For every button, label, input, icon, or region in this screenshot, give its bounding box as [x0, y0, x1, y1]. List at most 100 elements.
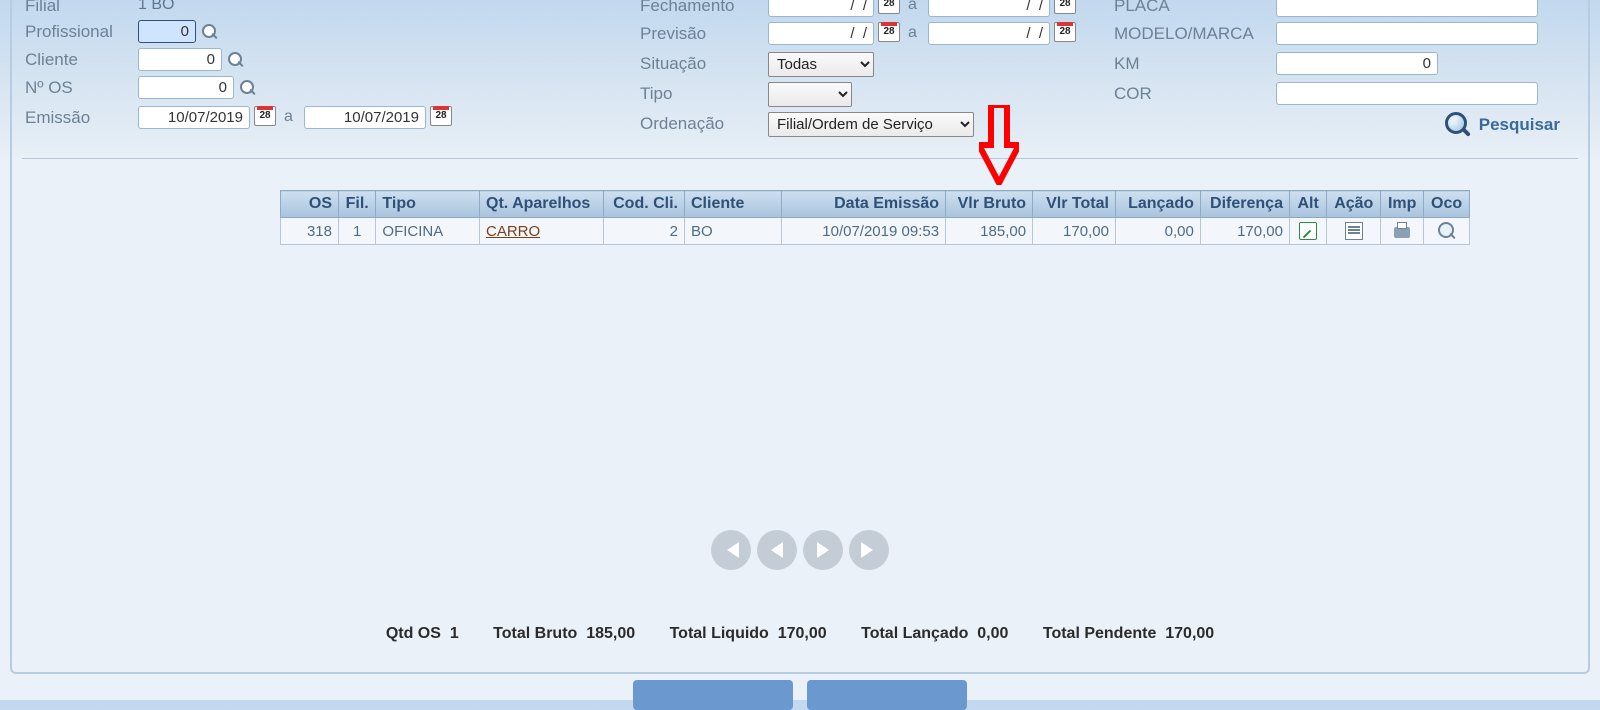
nos-search-icon[interactable]: [240, 80, 256, 96]
fechamento-sep: a: [908, 0, 917, 14]
tipo-label: Tipo: [640, 84, 672, 104]
bruto-label: Total Bruto: [493, 625, 577, 642]
liq-label: Total Liquido: [670, 625, 769, 642]
ordenacao-select[interactable]: Filial/Ordem de Serviço: [768, 112, 974, 137]
footer-button-1[interactable]: [633, 680, 793, 710]
cell-bruto: 185,00: [946, 218, 1033, 245]
previsao-ate-calendar-icon[interactable]: [1054, 22, 1076, 42]
fechamento-label: Fechamento: [640, 0, 735, 16]
pager-prev-button[interactable]: [757, 530, 797, 570]
pager-first-button[interactable]: [711, 530, 751, 570]
divider: [22, 158, 1578, 159]
cell-dif: 170,00: [1200, 218, 1289, 245]
cell-cod: 2: [604, 218, 685, 245]
pend-label: Total Pendente: [1043, 625, 1157, 642]
previsao-de-calendar-icon[interactable]: [878, 22, 900, 42]
emissao-label: Emissão: [25, 108, 90, 128]
placa-input[interactable]: [1276, 0, 1538, 17]
th-acao: Ação: [1327, 191, 1381, 218]
pager: [0, 530, 1600, 570]
situacao-label: Situação: [640, 54, 706, 74]
nos-input[interactable]: [138, 76, 234, 99]
th-bruto: Vlr Bruto: [946, 191, 1033, 218]
cell-qt[interactable]: CARRO: [480, 218, 604, 245]
th-qt: Qt. Aparelhos: [480, 191, 604, 218]
th-dif: Diferença: [1200, 191, 1289, 218]
th-alt: Alt: [1289, 191, 1326, 218]
filial-value: 1 BO: [138, 0, 174, 14]
placa-label: PLACA: [1114, 0, 1170, 16]
results-grid: OS Fil. Tipo Qt. Aparelhos Cod. Cli. Cli…: [280, 190, 1470, 245]
previsao-de-input[interactable]: [768, 22, 874, 45]
situacao-select[interactable]: Todas: [768, 52, 874, 77]
previsao-sep: a: [908, 24, 917, 42]
document-icon[interactable]: [1345, 222, 1363, 240]
fechamento-ate-calendar-icon[interactable]: [1054, 0, 1076, 14]
print-icon[interactable]: [1393, 222, 1411, 240]
cor-label: COR: [1114, 84, 1152, 104]
cell-imp[interactable]: [1381, 218, 1424, 245]
km-input[interactable]: [1276, 52, 1438, 75]
footer-buttons: [0, 680, 1600, 710]
cor-input[interactable]: [1276, 82, 1538, 105]
filial-label: Filial: [25, 0, 60, 16]
modelo-input[interactable]: [1276, 22, 1538, 45]
pend-value: 170,00: [1165, 625, 1214, 642]
th-cliente: Cliente: [685, 191, 782, 218]
km-label: KM: [1114, 54, 1140, 74]
emissao-de-calendar-icon[interactable]: [254, 106, 276, 126]
th-oco: Oco: [1424, 191, 1470, 218]
profissional-search-icon[interactable]: [202, 24, 218, 40]
emissao-ate-input[interactable]: [304, 106, 426, 129]
th-imp: Imp: [1381, 191, 1424, 218]
cell-alt[interactable]: [1289, 218, 1326, 245]
profissional-label: Profissional: [25, 22, 113, 42]
qtd-label: Qtd OS: [386, 625, 441, 642]
th-lancado: Lançado: [1115, 191, 1200, 218]
lanc-value: 0,00: [977, 625, 1008, 642]
bruto-value: 185,00: [586, 625, 635, 642]
cliente-label: Cliente: [25, 50, 78, 70]
liq-value: 170,00: [778, 625, 827, 642]
qtd-value: 1: [450, 625, 459, 642]
cell-data: 10/07/2019 09:53: [782, 218, 946, 245]
cell-acao[interactable]: [1327, 218, 1381, 245]
cliente-search-icon[interactable]: [228, 52, 244, 68]
footer-button-2[interactable]: [807, 680, 967, 710]
cell-fil: 1: [339, 218, 376, 245]
nos-label: Nº OS: [25, 78, 73, 98]
cell-tipo: OFICINA: [376, 218, 480, 245]
pager-last-button[interactable]: [849, 530, 889, 570]
profissional-input[interactable]: [138, 20, 196, 43]
cliente-input[interactable]: [138, 48, 222, 71]
previsao-ate-input[interactable]: [928, 22, 1050, 45]
emissao-de-input[interactable]: [138, 106, 250, 129]
cell-cliente: BO: [685, 218, 782, 245]
modelo-label: MODELO/MARCA: [1114, 24, 1254, 44]
ordenacao-label: Ordenação: [640, 114, 724, 134]
lanc-label: Total Lançado: [861, 625, 968, 642]
cell-total: 170,00: [1033, 218, 1116, 245]
fechamento-de-calendar-icon[interactable]: [878, 0, 900, 14]
pesquisar-button[interactable]: Pesquisar: [1445, 112, 1560, 138]
th-tipo: Tipo: [376, 191, 480, 218]
table-header-row: OS Fil. Tipo Qt. Aparelhos Cod. Cli. Cli…: [281, 191, 1470, 218]
tipo-select[interactable]: [768, 82, 852, 107]
previsao-label: Previsão: [640, 24, 706, 44]
emissao-ate-calendar-icon[interactable]: [430, 106, 452, 126]
th-total: Vlr Total: [1033, 191, 1116, 218]
cell-oco[interactable]: [1424, 218, 1470, 245]
pager-next-button[interactable]: [803, 530, 843, 570]
qt-link[interactable]: CARRO: [486, 223, 540, 240]
magnifier-icon[interactable]: [1438, 222, 1456, 240]
filter-panel: Filial 1 BO Profissional Cliente Nº OS E…: [0, 0, 1600, 160]
edit-icon[interactable]: [1299, 222, 1317, 240]
fechamento-de-input[interactable]: [768, 0, 874, 17]
th-data: Data Emissão: [782, 191, 946, 218]
pesquisar-label: Pesquisar: [1479, 115, 1560, 135]
th-cod: Cod. Cli.: [604, 191, 685, 218]
cell-lancado: 0,00: [1115, 218, 1200, 245]
fechamento-ate-input[interactable]: [928, 0, 1050, 17]
search-icon: [1445, 112, 1471, 138]
totals-bar: Qtd OS 1 Total Bruto 185,00 Total Liquid…: [0, 625, 1600, 643]
